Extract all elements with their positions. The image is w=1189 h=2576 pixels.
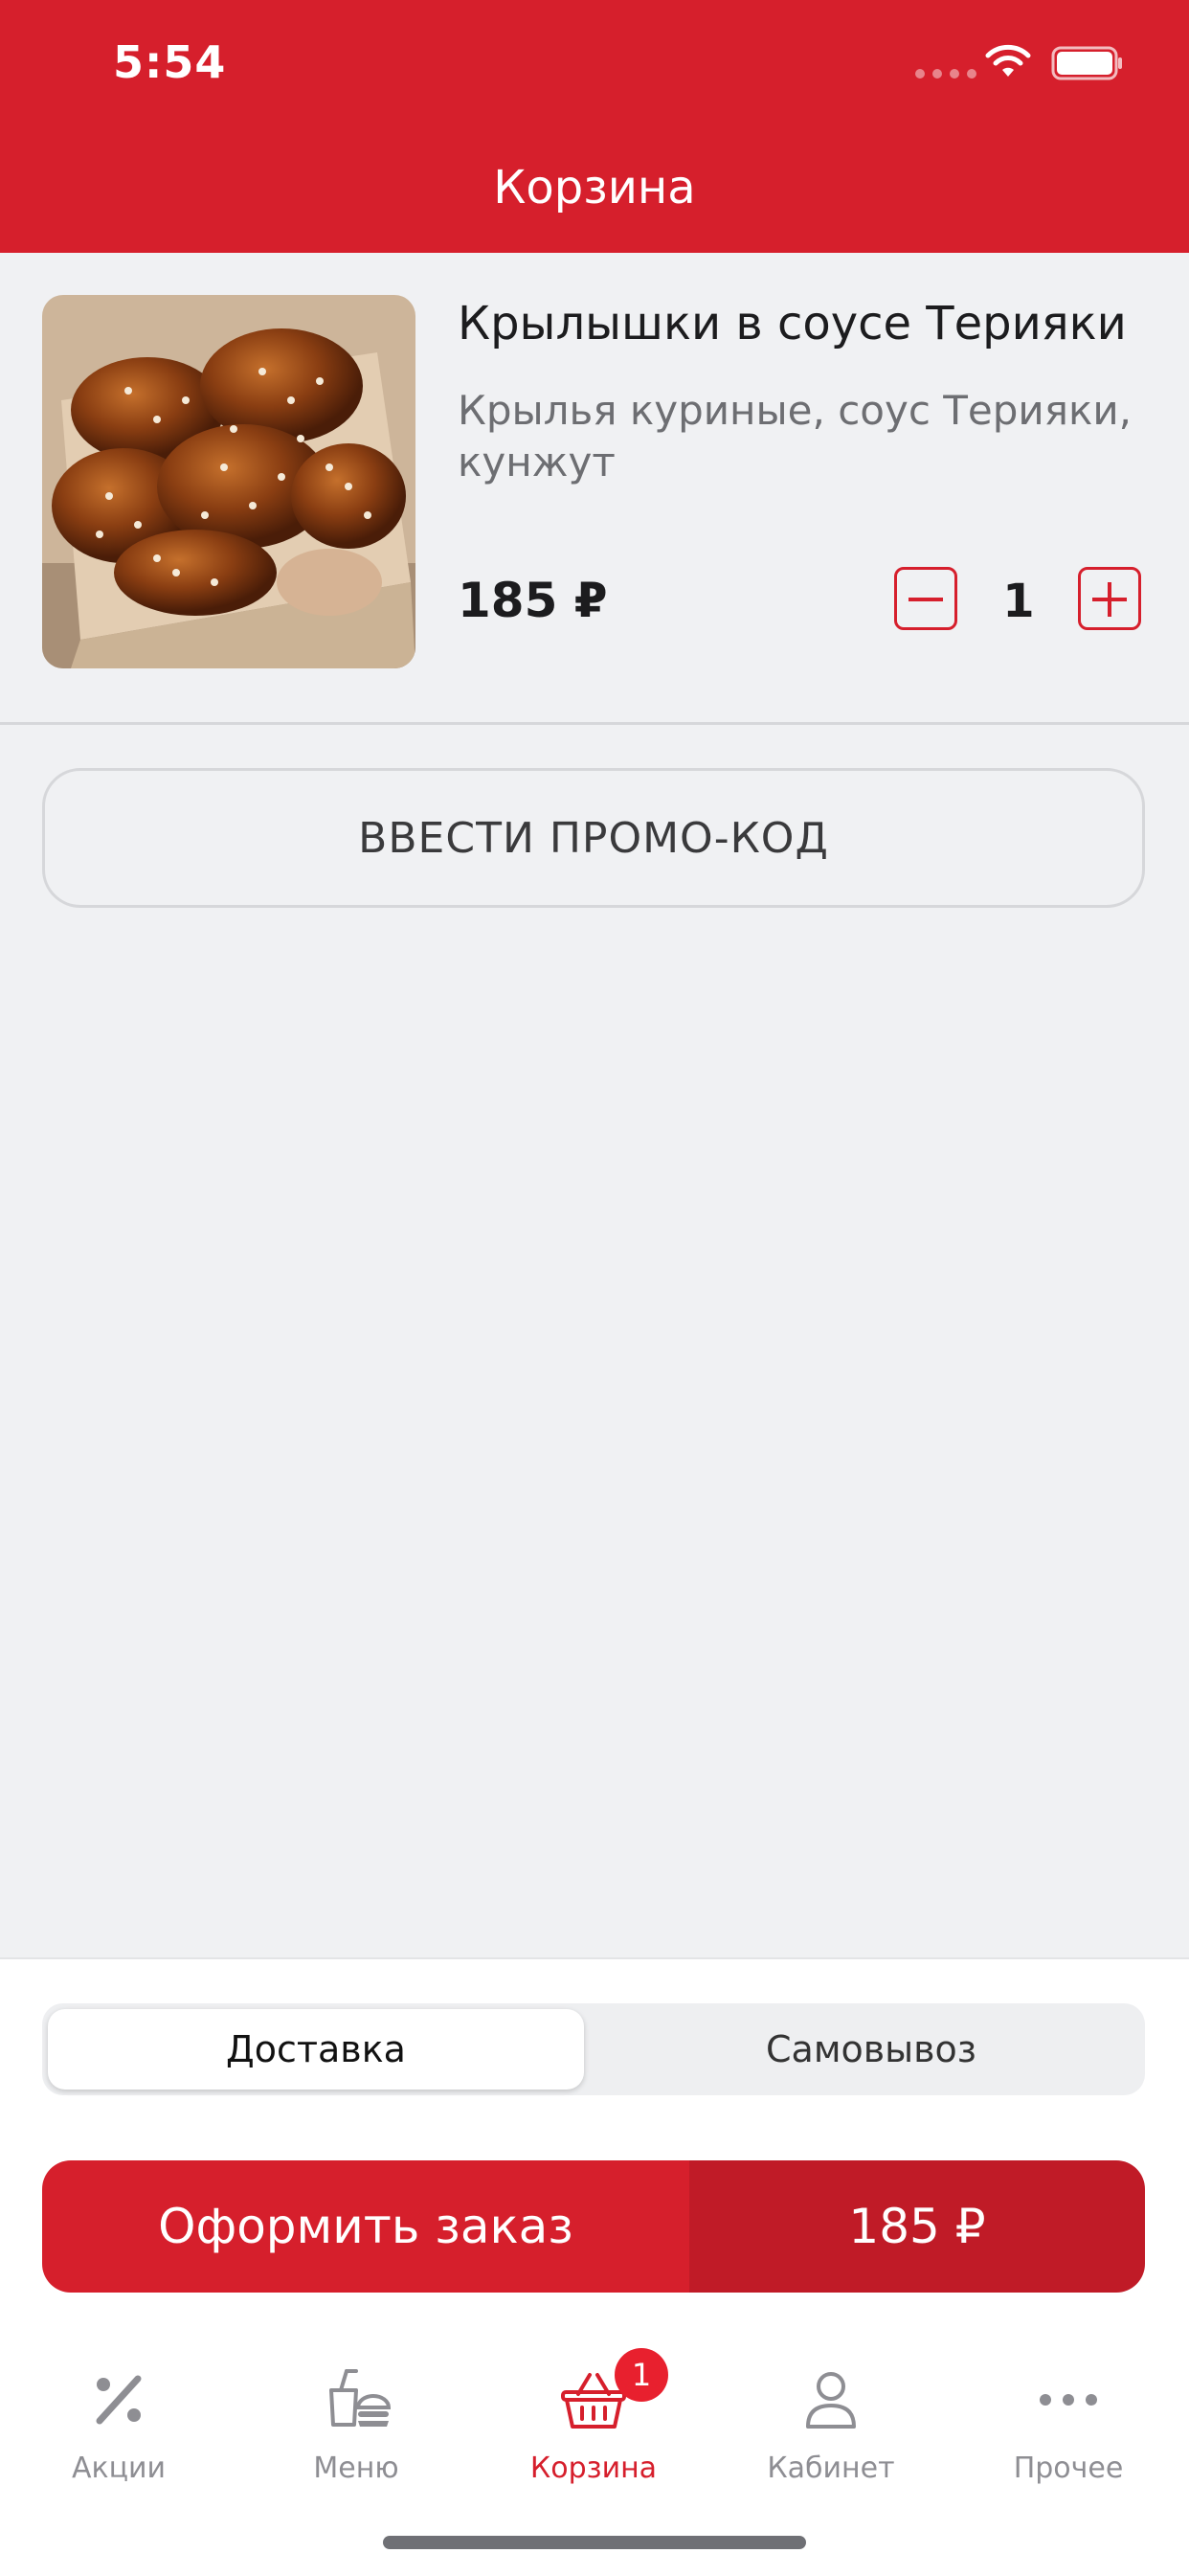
quantity-value: 1	[1002, 575, 1035, 628]
increase-quantity-button[interactable]	[1078, 567, 1141, 630]
tab-promotions[interactable]: Акции	[0, 2342, 237, 2524]
tab-label: Корзина	[529, 2452, 658, 2485]
delivery-type-toggle: Доставка Самовывоз	[42, 2003, 1145, 2095]
page-title: Корзина	[493, 161, 696, 215]
more-dots-icon	[1040, 2394, 1097, 2406]
decrease-quantity-button[interactable]	[894, 567, 957, 630]
delivery-option[interactable]: Доставка	[48, 2009, 584, 2090]
tab-more[interactable]: Прочее	[950, 2342, 1187, 2524]
menu-food-icon	[329, 2369, 392, 2427]
chicken-wings-photo	[42, 295, 415, 668]
cellular-signal-icon	[915, 69, 976, 79]
tab-label: Кабинет	[767, 2452, 895, 2485]
tab-account[interactable]: Кабинет	[712, 2342, 950, 2524]
battery-icon	[1051, 46, 1122, 80]
cart-item: Крылышки в соусе Терияки Крылья куриные,…	[0, 253, 1189, 725]
tab-menu[interactable]: Меню	[237, 2342, 475, 2524]
item-name: Крылышки в соусе Терияки	[458, 297, 1127, 350]
user-icon	[806, 2372, 856, 2429]
pickup-option[interactable]: Самовывоз	[603, 2009, 1139, 2090]
tab-label: Меню	[313, 2452, 399, 2485]
checkout-label: Оформить заказ	[42, 2160, 689, 2293]
header: 5:54 Корзина	[0, 0, 1189, 253]
tab-bar: Акции Меню 1 Корзина Кабинет Прочее	[0, 2342, 1189, 2524]
checkout-button[interactable]: Оформить заказ 185 ₽	[42, 2160, 1145, 2293]
home-indicator	[383, 2536, 806, 2549]
bottom-panel: Доставка Самовывоз Оформить заказ 185 ₽ …	[0, 1957, 1189, 2576]
tab-label: Акции	[71, 2452, 167, 2485]
promo-code-button[interactable]: ВВЕСТИ ПРОМО-КОД	[42, 768, 1145, 908]
item-description: Крылья куриные, соус Терияки, кунжут	[458, 387, 1133, 486]
item-price: 185 ₽	[458, 573, 608, 628]
checkout-total: 185 ₽	[689, 2160, 1145, 2293]
status-time: 5:54	[113, 36, 227, 88]
cart-count-badge: 1	[615, 2348, 668, 2402]
tab-label: Прочее	[1013, 2452, 1124, 2485]
wifi-icon	[985, 44, 1031, 77]
minus-icon	[909, 598, 943, 601]
item-image	[42, 295, 415, 668]
percent-icon	[96, 2375, 142, 2425]
tab-cart[interactable]: 1 Корзина	[475, 2342, 712, 2524]
